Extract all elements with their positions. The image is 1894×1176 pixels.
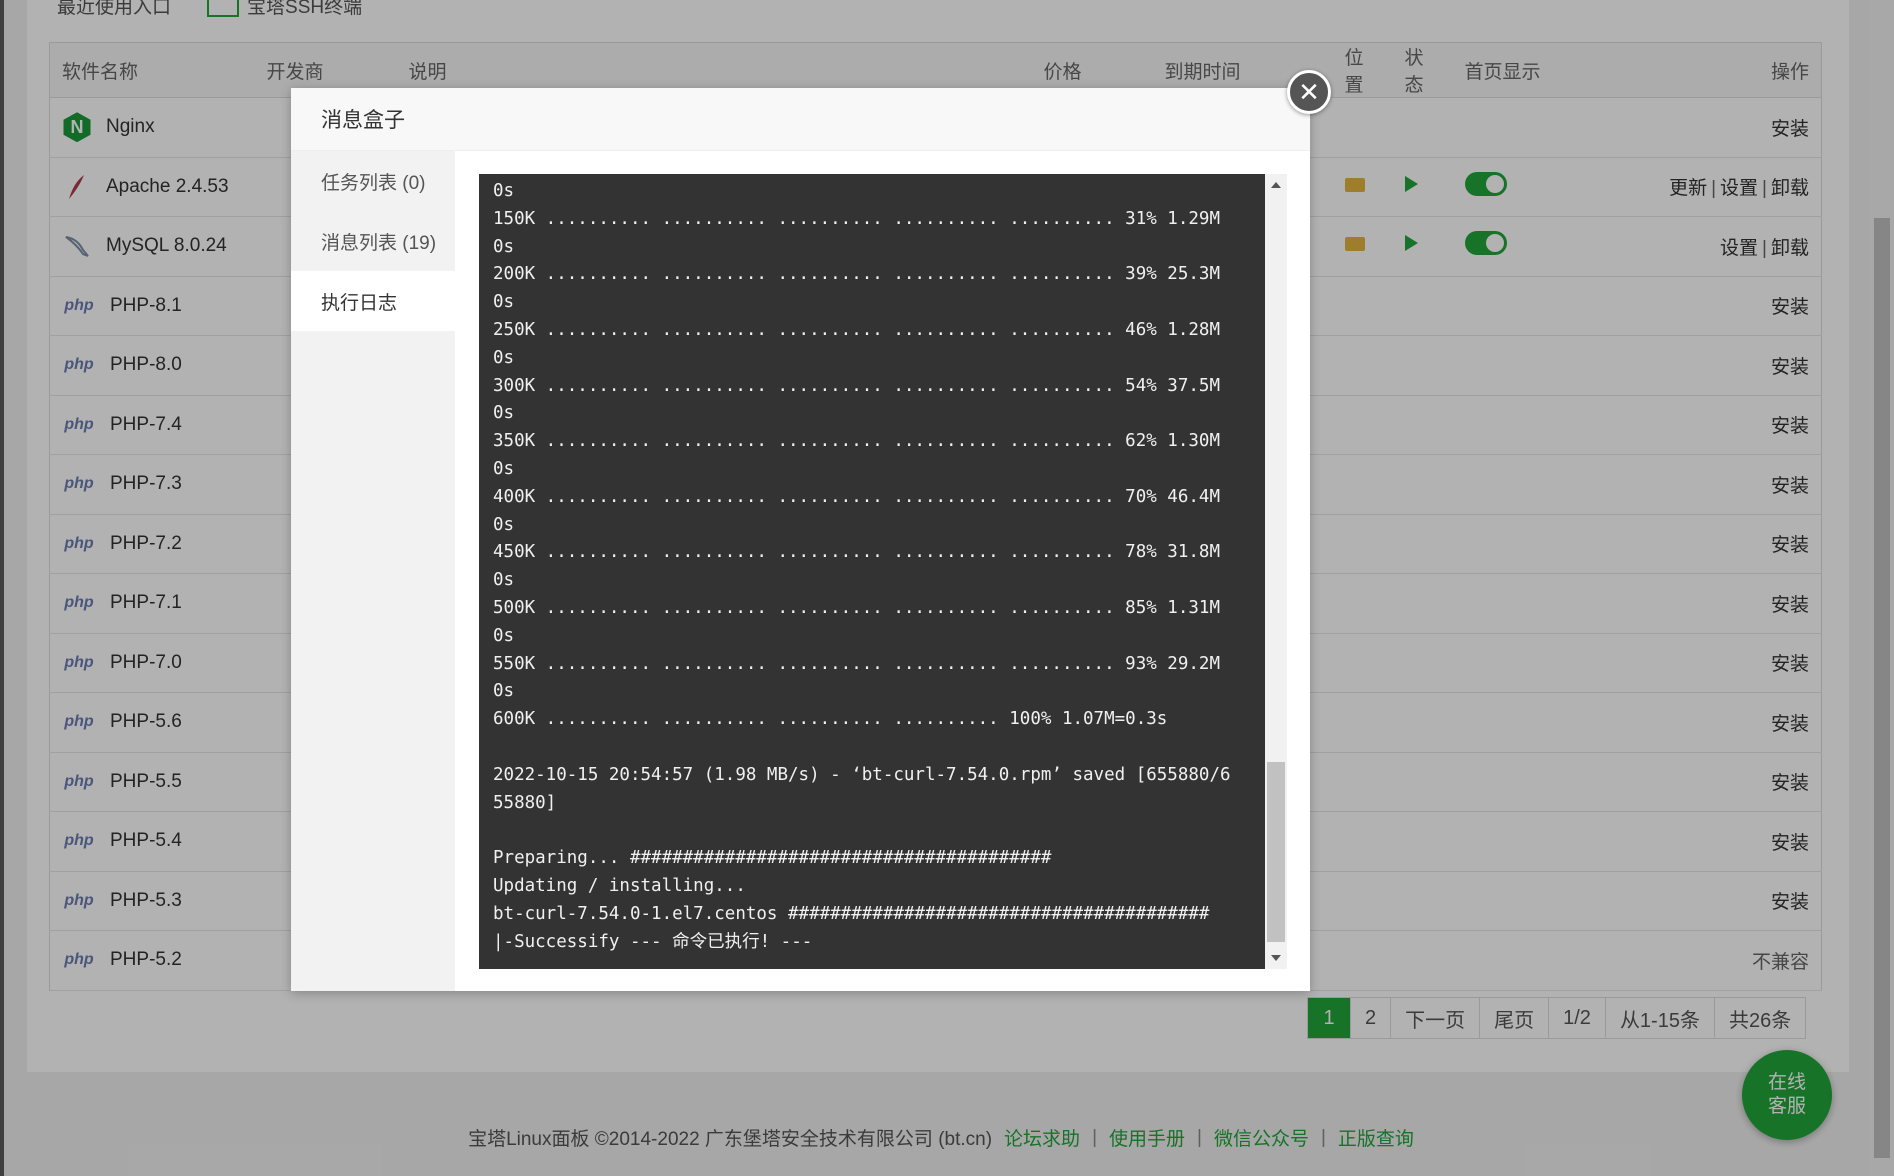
log-terminal[interactable]: 0s 150K .......... .......... ..........…	[479, 174, 1265, 969]
tab-task-list[interactable]: 任务列表 (0)	[291, 151, 455, 211]
scroll-down-icon[interactable]	[1271, 955, 1281, 961]
close-icon[interactable]: ✕	[1287, 70, 1331, 114]
message-box-dialog: 消息盒子 任务列表 (0) 消息列表 (19) 执行日志 0s 150K ...…	[291, 88, 1310, 991]
dialog-header: 消息盒子	[291, 88, 1310, 151]
dialog-title: 消息盒子	[321, 109, 405, 132]
log-scrollbar[interactable]	[1265, 174, 1287, 969]
dialog-sidebar: 任务列表 (0) 消息列表 (19) 执行日志	[291, 151, 455, 991]
tab-execution-log[interactable]: 执行日志	[291, 271, 455, 331]
log-scroll-thumb[interactable]	[1267, 762, 1285, 942]
tab-message-list[interactable]: 消息列表 (19)	[291, 211, 455, 271]
scroll-up-icon[interactable]	[1271, 182, 1281, 188]
log-output: 0s 150K .......... .......... ..........…	[493, 181, 1231, 952]
